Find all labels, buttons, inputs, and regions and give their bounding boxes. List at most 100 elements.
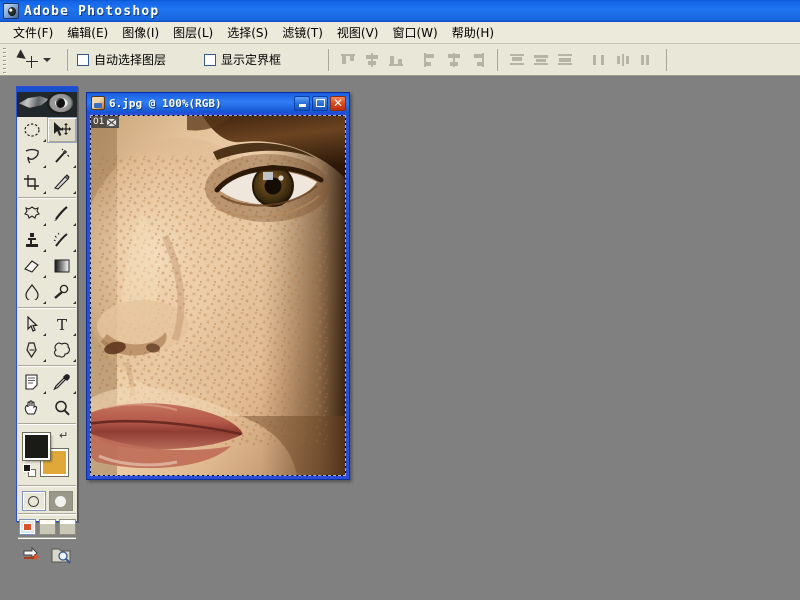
eyedropper-tool-button[interactable] bbox=[47, 369, 77, 395]
tool-preset-picker[interactable] bbox=[14, 45, 58, 75]
menu-filter[interactable]: 滤镜(T) bbox=[275, 22, 330, 43]
foreground-color-swatch[interactable] bbox=[23, 433, 50, 460]
distribute-bottom-edges-button[interactable] bbox=[555, 50, 575, 70]
full-screen-with-menubar-button[interactable] bbox=[38, 519, 56, 535]
move-tool-button[interactable] bbox=[47, 117, 77, 143]
notes-tool-button[interactable] bbox=[17, 369, 47, 395]
divider bbox=[18, 485, 76, 487]
healing-brush-tool-button[interactable] bbox=[17, 201, 47, 227]
menu-layer[interactable]: 图层(L) bbox=[166, 22, 220, 43]
svg-text:T: T bbox=[57, 316, 67, 332]
divider bbox=[18, 513, 76, 515]
tool-more-triangle-icon bbox=[43, 359, 46, 362]
default-colors-icon[interactable] bbox=[23, 464, 36, 477]
maximize-button[interactable] bbox=[312, 95, 328, 111]
blur-tool-button[interactable] bbox=[17, 279, 47, 305]
align-top-edges-button[interactable] bbox=[338, 50, 358, 70]
brush-tool-button[interactable] bbox=[47, 201, 77, 227]
divider bbox=[328, 48, 330, 71]
tool-more-triangle-icon bbox=[73, 191, 76, 194]
divider bbox=[18, 307, 76, 309]
auto-select-layer-option[interactable]: 自动选择图层 bbox=[77, 51, 166, 68]
divider bbox=[18, 537, 76, 539]
dodge-tool-button[interactable] bbox=[47, 279, 77, 305]
tool-more-triangle-icon bbox=[73, 333, 76, 336]
file-browser-icon[interactable] bbox=[50, 545, 72, 565]
hand-tool-button[interactable] bbox=[17, 395, 47, 421]
align-left-edges-button[interactable] bbox=[420, 50, 440, 70]
slice-tool-button[interactable] bbox=[47, 169, 77, 195]
divider bbox=[666, 48, 668, 71]
toolbox-palette: T ↵ bbox=[16, 86, 78, 564]
color-swatch-area: ↵ bbox=[23, 431, 77, 483]
type-tool-button[interactable]: T bbox=[47, 311, 77, 337]
document-canvas-area[interactable]: 01 bbox=[90, 115, 346, 476]
align-bottom-edges-button[interactable] bbox=[386, 50, 406, 70]
slice-number: 01 bbox=[93, 117, 105, 127]
swap-colors-icon[interactable]: ↵ bbox=[59, 431, 71, 442]
options-bar-grip[interactable] bbox=[2, 45, 11, 74]
options-bar: 自动选择图层 显示定界框 bbox=[0, 44, 800, 76]
distribute-horizontal-centers-button[interactable] bbox=[613, 50, 633, 70]
tool-more-triangle-icon bbox=[73, 359, 76, 362]
distribute-buttons-group bbox=[507, 50, 657, 70]
divider bbox=[18, 423, 76, 425]
crop-tool-button[interactable] bbox=[17, 169, 47, 195]
custom-shape-tool-button[interactable] bbox=[47, 337, 77, 363]
move-tool-icon bbox=[16, 48, 39, 70]
menu-select[interactable]: 选择(S) bbox=[220, 22, 275, 43]
eraser-tool-button[interactable] bbox=[17, 253, 47, 279]
align-right-edges-button[interactable] bbox=[468, 50, 488, 70]
distribute-right-edges-button[interactable] bbox=[637, 50, 657, 70]
marquee-tool-button[interactable] bbox=[17, 117, 47, 143]
align-buttons-group bbox=[338, 50, 488, 70]
tool-more-triangle-icon bbox=[43, 275, 46, 278]
toolbox-header-graphic[interactable] bbox=[17, 87, 77, 117]
zoom-tool-button[interactable] bbox=[47, 395, 77, 421]
document-title-bar[interactable]: 6.jpg @ 100%(RGB) ✕ bbox=[87, 93, 349, 113]
align-horizontal-centers-button[interactable] bbox=[444, 50, 464, 70]
jump-to-imageready-icon[interactable] bbox=[22, 545, 44, 565]
tool-more-triangle-icon bbox=[73, 165, 76, 168]
tool-more-triangle-icon bbox=[43, 223, 46, 226]
distribute-vertical-centers-button[interactable] bbox=[531, 50, 551, 70]
image-canvas[interactable]: 01 bbox=[90, 115, 346, 476]
minimize-button[interactable] bbox=[294, 95, 310, 111]
document-icon bbox=[91, 96, 105, 110]
lasso-tool-button[interactable] bbox=[17, 143, 47, 169]
divider bbox=[497, 48, 499, 71]
window-buttons: ✕ bbox=[294, 95, 346, 111]
quick-mask-mode-button[interactable] bbox=[48, 491, 73, 511]
screen-mode-row bbox=[17, 519, 77, 535]
standard-screen-mode-button[interactable] bbox=[18, 519, 36, 535]
gradient-tool-button[interactable] bbox=[47, 253, 77, 279]
menu-edit[interactable]: 编辑(E) bbox=[60, 22, 115, 43]
jump-to-row bbox=[17, 545, 77, 565]
divider bbox=[18, 365, 76, 367]
menu-file[interactable]: 文件(F) bbox=[6, 22, 60, 43]
tool-more-triangle-icon bbox=[43, 249, 46, 252]
distribute-top-edges-button[interactable] bbox=[507, 50, 527, 70]
clone-stamp-tool-button[interactable] bbox=[17, 227, 47, 253]
magic-wand-tool-button[interactable] bbox=[47, 143, 77, 169]
history-brush-tool-button[interactable] bbox=[47, 227, 77, 253]
pen-tool-button[interactable] bbox=[17, 337, 47, 363]
auto-select-layer-checkbox[interactable] bbox=[77, 53, 89, 66]
menu-view[interactable]: 视图(V) bbox=[330, 22, 386, 43]
tool-more-triangle-icon bbox=[73, 391, 76, 394]
tool-more-triangle-icon bbox=[73, 249, 76, 252]
menu-help[interactable]: 帮助(H) bbox=[445, 22, 501, 43]
full-screen-mode-button[interactable] bbox=[58, 519, 76, 535]
menu-window[interactable]: 窗口(W) bbox=[385, 22, 444, 43]
show-bounding-box-checkbox[interactable] bbox=[204, 53, 217, 66]
close-button[interactable]: ✕ bbox=[330, 95, 346, 111]
menu-image[interactable]: 图像(I) bbox=[115, 22, 166, 43]
eye-graphic-icon bbox=[47, 92, 73, 114]
show-bounding-box-option[interactable]: 显示定界框 bbox=[204, 51, 281, 68]
standard-mode-button[interactable] bbox=[21, 491, 46, 511]
document-window: 6.jpg @ 100%(RGB) ✕ 01 bbox=[86, 92, 350, 480]
distribute-left-edges-button[interactable] bbox=[589, 50, 609, 70]
chevron-down-icon[interactable] bbox=[43, 57, 51, 62]
align-vertical-centers-button[interactable] bbox=[362, 50, 382, 70]
path-selection-tool-button[interactable] bbox=[17, 311, 47, 337]
